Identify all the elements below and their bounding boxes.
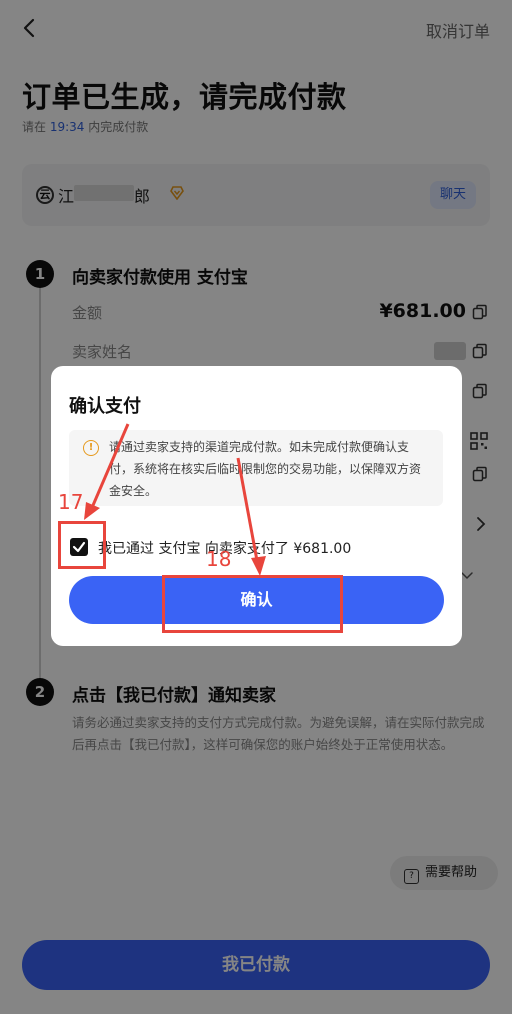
payment-page: 取消订单 订单已生成，请完成付款 请在 19:34 内完成付款 云 江郎 聊天 …	[0, 0, 512, 1014]
annotation-arrows	[84, 423, 266, 576]
